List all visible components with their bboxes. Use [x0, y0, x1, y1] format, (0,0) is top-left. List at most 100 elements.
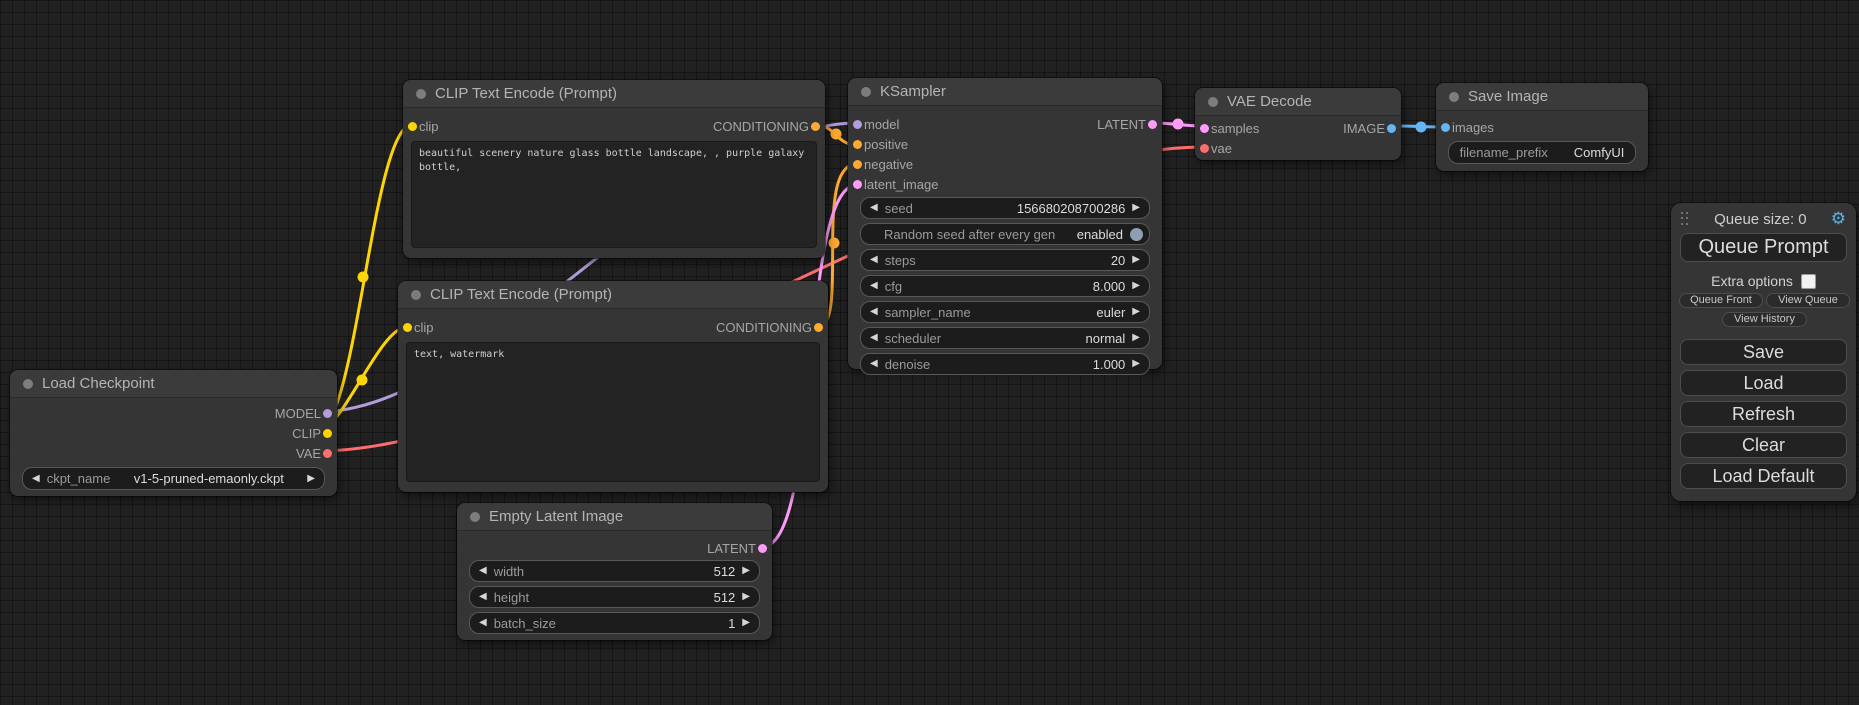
input-label-negative: negative	[864, 157, 913, 172]
next-value-arrow-icon[interactable]: ▶	[1132, 203, 1140, 213]
save-button[interactable]: Save	[1680, 339, 1847, 365]
batch-size-widget[interactable]: ◀ batch_size 1 ▶	[469, 612, 760, 634]
prev-value-arrow-icon[interactable]: ◀	[870, 307, 878, 317]
collapse-dot-icon[interactable]	[416, 89, 426, 99]
view-queue-button[interactable]: View Queue	[1766, 293, 1850, 308]
prev-value-arrow-icon[interactable]: ◀	[870, 281, 878, 291]
node-save-image[interactable]: Save Image images filename_prefix ComfyU…	[1436, 83, 1648, 171]
widget-value: 512	[714, 590, 736, 605]
input-slot-vae[interactable]	[1200, 144, 1209, 153]
next-value-arrow-icon[interactable]: ▶	[1132, 255, 1140, 265]
node-title-bar[interactable]: VAE Decode	[1195, 88, 1401, 116]
width-widget[interactable]: ◀ width 512 ▶	[469, 560, 760, 582]
output-slot-model[interactable]	[323, 409, 332, 418]
output-slot-conditioning[interactable]	[814, 323, 823, 332]
output-label-image: IMAGE	[1343, 121, 1385, 136]
denoise-widget[interactable]: ◀ denoise 1.000 ▶	[860, 353, 1150, 375]
input-label-vae: vae	[1211, 141, 1232, 156]
seed-widget[interactable]: ◀ seed 156680208700286 ▶	[860, 197, 1150, 219]
output-slot-clip[interactable]	[323, 429, 332, 438]
node-empty-latent-image[interactable]: Empty Latent Image LATENT ◀ width 512 ▶ …	[457, 503, 772, 640]
output-slot-vae[interactable]	[323, 449, 332, 458]
drag-handle-icon[interactable]	[1681, 212, 1690, 227]
input-slot-clip[interactable]	[408, 122, 417, 131]
next-value-arrow-icon[interactable]: ▶	[1132, 333, 1140, 343]
toggle-knob-icon[interactable]	[1130, 228, 1143, 241]
random-seed-toggle-widget[interactable]: Random seed after every gen enabled	[860, 223, 1150, 245]
filename-prefix-widget[interactable]: filename_prefix ComfyUI	[1448, 141, 1636, 164]
widget-value: 20	[1111, 253, 1125, 268]
node-vae-decode[interactable]: VAE Decode samples IMAGE vae	[1195, 88, 1401, 160]
node-clip-text-encode-negative[interactable]: CLIP Text Encode (Prompt) clip CONDITION…	[398, 281, 828, 492]
negative-prompt-textarea[interactable]: text, watermark	[406, 342, 820, 482]
settings-gear-icon[interactable]: ⚙	[1831, 211, 1846, 228]
collapse-dot-icon[interactable]	[1208, 97, 1218, 107]
collapse-dot-icon[interactable]	[23, 379, 33, 389]
collapse-dot-icon[interactable]	[411, 290, 421, 300]
collapse-dot-icon[interactable]	[1449, 92, 1459, 102]
queue-front-button[interactable]: Queue Front	[1679, 293, 1763, 308]
output-slot-latent[interactable]	[758, 544, 767, 553]
output-label-clip: CLIP	[292, 426, 321, 441]
input-slot-latent-image[interactable]	[853, 180, 862, 189]
steps-widget[interactable]: ◀ steps 20 ▶	[860, 249, 1150, 271]
view-history-button[interactable]: View History	[1722, 312, 1807, 327]
load-button[interactable]: Load	[1680, 370, 1847, 396]
node-title-bar[interactable]: Save Image	[1436, 83, 1648, 111]
output-slot-conditioning[interactable]	[811, 122, 820, 131]
input-label-samples: samples	[1211, 121, 1259, 136]
node-title-bar[interactable]: Empty Latent Image	[457, 503, 772, 531]
prev-value-arrow-icon[interactable]: ◀	[32, 474, 40, 484]
prev-value-arrow-icon[interactable]: ◀	[870, 333, 878, 343]
widget-label: steps	[885, 253, 916, 268]
prev-value-arrow-icon[interactable]: ◀	[870, 359, 878, 369]
load-default-button[interactable]: Load Default	[1680, 463, 1847, 489]
input-slot-negative[interactable]	[853, 160, 862, 169]
refresh-button[interactable]: Refresh	[1680, 401, 1847, 427]
next-value-arrow-icon[interactable]: ▶	[742, 566, 750, 576]
clear-button[interactable]: Clear	[1680, 432, 1847, 458]
widget-label: filename_prefix	[1460, 145, 1548, 160]
graph-canvas[interactable]: Load Checkpoint MODEL CLIP VAE ◀ ckpt_na…	[0, 0, 1859, 705]
next-value-arrow-icon[interactable]: ▶	[1132, 359, 1140, 369]
node-title-bar[interactable]: CLIP Text Encode (Prompt)	[398, 281, 828, 309]
widget-label: sampler_name	[885, 305, 971, 320]
prev-value-arrow-icon[interactable]: ◀	[479, 592, 487, 602]
node-title: Empty Latent Image	[489, 508, 623, 525]
next-value-arrow-icon[interactable]: ▶	[742, 618, 750, 628]
node-clip-text-encode-positive[interactable]: CLIP Text Encode (Prompt) clip CONDITION…	[403, 80, 825, 258]
input-label-positive: positive	[864, 137, 908, 152]
node-ksampler[interactable]: KSampler model LATENT positive negative …	[848, 78, 1162, 369]
queue-prompt-button[interactable]: Queue Prompt	[1680, 233, 1847, 262]
next-value-arrow-icon[interactable]: ▶	[742, 592, 750, 602]
node-load-checkpoint[interactable]: Load Checkpoint MODEL CLIP VAE ◀ ckpt_na…	[10, 370, 337, 496]
input-slot-images[interactable]	[1441, 123, 1450, 132]
input-slot-model[interactable]	[853, 120, 862, 129]
input-slot-positive[interactable]	[853, 140, 862, 149]
ckpt-name-widget[interactable]: ◀ ckpt_name v1-5-pruned-emaonly.ckpt ▶	[22, 467, 325, 490]
input-slot-samples[interactable]	[1200, 124, 1209, 133]
prev-value-arrow-icon[interactable]: ◀	[870, 255, 878, 265]
scheduler-widget[interactable]: ◀ scheduler normal ▶	[860, 327, 1150, 349]
extra-options-checkbox[interactable]	[1801, 274, 1816, 289]
prev-value-arrow-icon[interactable]: ◀	[479, 566, 487, 576]
next-value-arrow-icon[interactable]: ▶	[1132, 307, 1140, 317]
input-slot-clip[interactable]	[403, 323, 412, 332]
collapse-dot-icon[interactable]	[470, 512, 480, 522]
height-widget[interactable]: ◀ height 512 ▶	[469, 586, 760, 608]
prev-value-arrow-icon[interactable]: ◀	[870, 203, 878, 213]
node-title-bar[interactable]: Load Checkpoint	[10, 370, 337, 398]
widget-value: 8.000	[1093, 279, 1126, 294]
prev-value-arrow-icon[interactable]: ◀	[479, 618, 487, 628]
collapse-dot-icon[interactable]	[861, 87, 871, 97]
node-title-bar[interactable]: KSampler	[848, 78, 1162, 106]
sampler-name-widget[interactable]: ◀ sampler_name euler ▶	[860, 301, 1150, 323]
output-slot-image[interactable]	[1387, 124, 1396, 133]
next-value-arrow-icon[interactable]: ▶	[307, 474, 315, 484]
node-title-bar[interactable]: CLIP Text Encode (Prompt)	[403, 80, 825, 108]
next-value-arrow-icon[interactable]: ▶	[1132, 281, 1140, 291]
output-slot-latent[interactable]	[1148, 120, 1157, 129]
widget-label: height	[494, 590, 529, 605]
positive-prompt-textarea[interactable]: beautiful scenery nature glass bottle la…	[411, 141, 817, 248]
cfg-widget[interactable]: ◀ cfg 8.000 ▶	[860, 275, 1150, 297]
